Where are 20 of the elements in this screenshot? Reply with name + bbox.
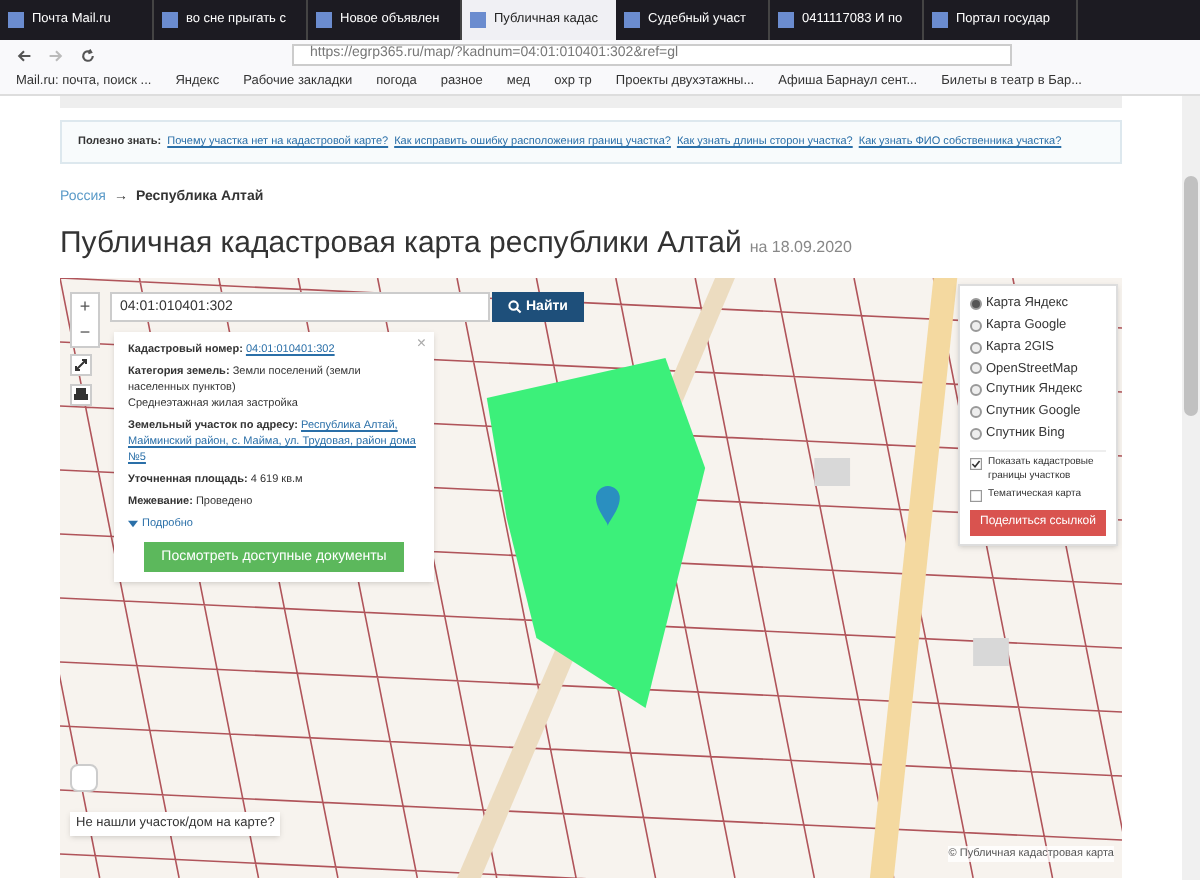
tab-favicon-icon (932, 12, 948, 28)
reload-icon[interactable] (80, 47, 96, 63)
caret-icon (128, 520, 138, 529)
zoom-out-button[interactable]: − (72, 320, 98, 347)
tab-favicon-icon (8, 12, 24, 28)
tab-favicon-icon (624, 12, 640, 28)
page-title: Публичная кадастровая карта республики Алтай (60, 223, 742, 264)
printer-icon[interactable] (70, 384, 92, 407)
zoom-in-button[interactable]: + (72, 294, 98, 321)
tab-favicon-icon (162, 12, 178, 28)
tab-favicon-icon (316, 12, 332, 28)
title-date: на 18.09.2020 (749, 235, 852, 260)
fullscreen-icon[interactable] (70, 354, 92, 377)
checkbox[interactable] (970, 489, 982, 501)
scrollbar-thumb[interactable] (1184, 176, 1198, 416)
checkbox[interactable] (970, 457, 982, 469)
tab-favicon-icon (778, 12, 794, 28)
back-icon[interactable] (16, 47, 32, 63)
tab-favicon-icon (470, 12, 486, 28)
search-icon (508, 300, 522, 315)
